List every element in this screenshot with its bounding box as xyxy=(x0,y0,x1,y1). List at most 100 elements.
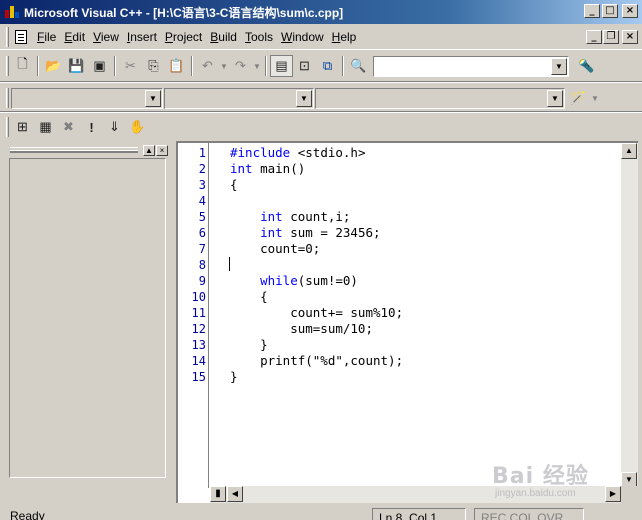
code-line: int count,i; xyxy=(260,209,351,224)
workspace-close-icon[interactable]: × xyxy=(156,144,168,156)
build-toolbar-grip[interactable] xyxy=(6,117,9,137)
toolbar-grip[interactable] xyxy=(6,56,9,76)
find-combo-dropdown-icon[interactable]: ▼ xyxy=(551,57,567,75)
undo-icon[interactable]: ↶ xyxy=(196,55,219,77)
members-combo[interactable]: ▼ xyxy=(315,87,565,109)
build-icon[interactable]: ▦ xyxy=(34,116,57,138)
line-number: 14 xyxy=(191,354,206,368)
filter-combo[interactable]: ▼ xyxy=(164,87,314,109)
line-number: 5 xyxy=(198,210,206,224)
cursor-position: Ln 8, Col 1 xyxy=(372,508,466,520)
members-combo-dropdown-icon[interactable]: ▼ xyxy=(547,89,563,107)
workspace-panel: ▲ × xyxy=(6,143,168,483)
workspace-grip[interactable] xyxy=(10,147,138,153)
close-button[interactable]: × xyxy=(622,4,638,18)
undo-dropdown-icon[interactable]: ▼ xyxy=(219,55,229,77)
copy-icon[interactable]: ⎘ xyxy=(142,55,165,77)
menu-bar: File Edit View Insert Project Build Tools Windo… xyxy=(0,24,642,50)
child-restore-button[interactable]: ❐ xyxy=(603,30,619,44)
code-line: int main() xyxy=(230,161,306,176)
workspace-collapse-icon[interactable]: ▲ xyxy=(143,144,155,156)
status-bar: Ready Ln 8, Col 1 REC COL OVR xyxy=(0,506,642,520)
code-line: { xyxy=(230,289,268,304)
line-number: 4 xyxy=(198,194,206,208)
menu-view[interactable]: View xyxy=(89,30,123,44)
child-close-button[interactable]: × xyxy=(622,30,638,44)
line-number: 8 xyxy=(198,258,206,272)
window-list-icon[interactable]: ⧉ xyxy=(316,55,339,77)
line-number: 13 xyxy=(191,338,206,352)
vertical-scrollbar[interactable]: ▲ ▼ xyxy=(621,143,638,488)
filter-combo-dropdown-icon[interactable]: ▼ xyxy=(296,89,312,107)
line-number: 2 xyxy=(198,162,206,176)
code-line: #include <stdio.h> xyxy=(230,145,366,160)
window-title: Microsoft Visual C++ - [H:\C语言\3-C语言结构\s… xyxy=(24,5,344,20)
scroll-left-icon[interactable]: ◀ xyxy=(227,486,243,502)
find-in-files-icon[interactable]: 🔍 xyxy=(347,55,370,77)
baidu-watermark-url: jingyan.baidu.com xyxy=(495,488,576,499)
stop-build-icon[interactable]: ✖ xyxy=(57,116,80,138)
standard-toolbar: 🗋 📂 💾 ▣ ✂ ⎘ 📋 ↶ ▼ ↷ ▼ ▤ ⊡ ⧉ 🔍 ▼ 🔦 xyxy=(0,51,642,81)
breakpoint-hand-icon[interactable]: ✋ xyxy=(126,116,149,138)
class-combo[interactable]: ▼ xyxy=(11,87,163,109)
save-icon[interactable]: 💾 xyxy=(65,55,88,77)
menu-window[interactable]: Window xyxy=(277,30,328,44)
cut-icon[interactable]: ✂ xyxy=(119,55,142,77)
code-editor[interactable]: 1 2 3 4 5 6 7 8 9 10 11 12 13 14 15 #include <stdio.h>… xyxy=(176,141,638,503)
output-icon[interactable]: ⊡ xyxy=(293,55,316,77)
find-icon[interactable]: 🔦 xyxy=(575,55,598,77)
menu-project[interactable]: Project xyxy=(161,30,206,44)
title-bar: Microsoft Visual C++ - [H:\C语言\3-C语言结构\s… xyxy=(0,0,642,24)
code-line: printf("%d",count); xyxy=(230,353,404,368)
execute-icon[interactable]: ! xyxy=(80,116,103,138)
menu-tools[interactable]: Tools xyxy=(241,30,277,44)
scroll-up-icon[interactable]: ▲ xyxy=(621,143,637,159)
menu-help[interactable]: Help xyxy=(328,30,361,44)
code-line: while(sum!=0) xyxy=(260,273,358,288)
code-area[interactable]: #include <stdio.h> int main(){ int count,… xyxy=(211,143,621,488)
save-all-icon[interactable]: ▣ xyxy=(88,55,111,77)
line-number: 3 xyxy=(198,178,206,192)
workspace-view[interactable] xyxy=(9,158,166,478)
code-line: int sum = 23456; xyxy=(260,225,381,240)
menubar-grip[interactable] xyxy=(6,26,9,47)
menu-edit[interactable]: Edit xyxy=(60,30,89,44)
paste-icon[interactable]: 📋 xyxy=(165,55,188,77)
minimize-button[interactable]: _ xyxy=(584,4,600,18)
code-line: count+= sum%10; xyxy=(230,305,404,320)
split-view-icon[interactable]: ▮ xyxy=(210,486,226,502)
line-number: 6 xyxy=(198,226,206,240)
status-message: Ready xyxy=(10,509,45,520)
workspace-icon[interactable]: ▤ xyxy=(270,55,293,77)
open-folder-icon[interactable]: 📂 xyxy=(42,55,65,77)
editor-modes: REC COL OVR xyxy=(474,508,584,520)
new-text-file-icon[interactable]: 🗋 xyxy=(11,55,34,77)
go-icon[interactable]: ⇓ xyxy=(103,116,126,138)
child-minimize-button[interactable]: _ xyxy=(586,30,602,44)
menu-insert[interactable]: Insert xyxy=(123,30,161,44)
line-number: 9 xyxy=(198,274,206,288)
code-line: { xyxy=(230,177,238,192)
redo-icon[interactable]: ↷ xyxy=(229,55,252,77)
redo-dropdown-icon[interactable]: ▼ xyxy=(252,55,262,77)
document-icon[interactable] xyxy=(15,29,27,44)
menu-file[interactable]: File xyxy=(33,30,60,44)
menu-build[interactable]: Build xyxy=(206,30,241,44)
wizardbar-grip[interactable] xyxy=(6,88,9,108)
find-combo[interactable]: ▼ xyxy=(373,55,569,77)
wizard-actions-icon[interactable]: 🪄 xyxy=(567,87,590,109)
line-number: 1 xyxy=(198,146,206,160)
line-number: 12 xyxy=(191,322,206,336)
line-number: 15 xyxy=(191,370,206,384)
scroll-right-icon[interactable]: ▶ xyxy=(605,486,621,502)
class-combo-dropdown-icon[interactable]: ▼ xyxy=(145,89,161,107)
line-number: 11 xyxy=(191,306,206,320)
compile-icon[interactable]: ⊞ xyxy=(11,116,34,138)
wizard-actions-dropdown-icon[interactable]: ▼ xyxy=(590,87,600,109)
code-line: sum=sum/10; xyxy=(230,321,373,336)
code-line: } xyxy=(230,369,238,384)
visual-cpp-app-icon[interactable] xyxy=(4,4,20,20)
maximize-button[interactable]: □ xyxy=(602,4,618,18)
